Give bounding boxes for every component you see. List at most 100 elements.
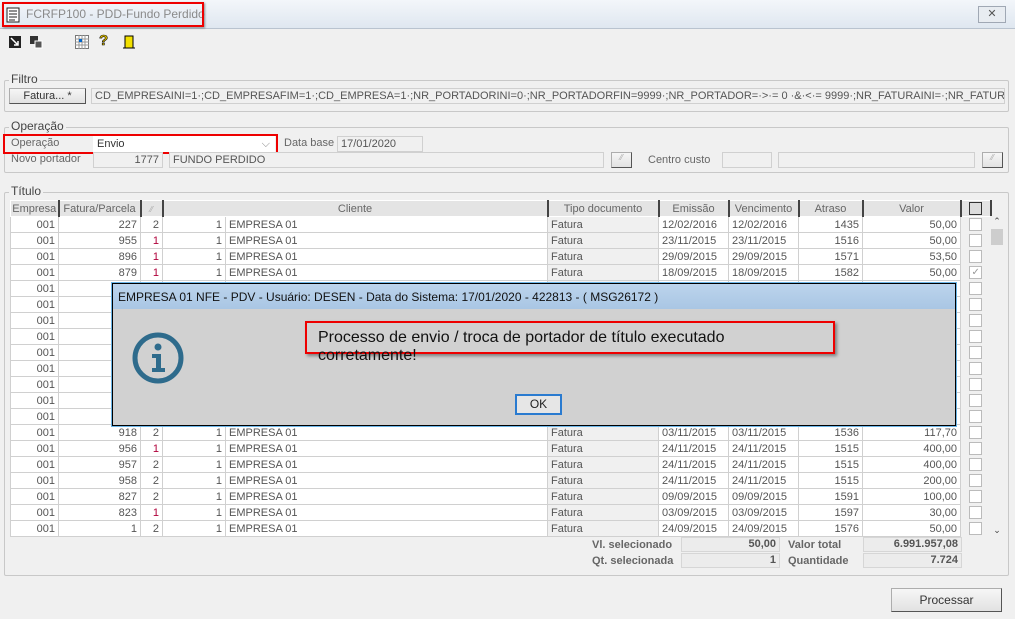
select-all-checkbox[interactable]	[969, 202, 982, 215]
table-row[interactable]: 001 879 1 1 EMPRESA 01 Fatura 18/09/2015 18/09/…	[10, 264, 991, 281]
scroll-down-icon[interactable]: ⌄	[990, 525, 1004, 536]
centro-custo-code-field[interactable]	[722, 152, 772, 168]
export-icon[interactable]	[8, 35, 22, 49]
cell-empresa: 001	[10, 360, 59, 377]
column-header-10[interactable]	[960, 200, 992, 217]
table-row[interactable]: 001 827 2 1 EMPRESA 01 Fatura 09/09/2015 09/09/…	[10, 488, 991, 505]
table-row[interactable]: 001 955 1 1 EMPRESA 01 Fatura 23/11/2015 23/11/…	[10, 232, 991, 249]
column-header-6[interactable]: Emissão	[658, 200, 730, 217]
cell-cliente: EMPRESA 01	[225, 488, 548, 505]
cell-atraso: 1515	[798, 456, 863, 473]
row-checkbox[interactable]	[969, 442, 983, 455]
row-checkbox[interactable]	[969, 522, 983, 535]
cell-vencimento: 24/09/2015	[728, 520, 799, 537]
cell-select	[960, 408, 991, 425]
cell-select	[960, 360, 991, 377]
row-checkbox[interactable]	[969, 474, 983, 487]
cell-emissao: 03/09/2015	[658, 504, 729, 521]
row-checkbox[interactable]	[969, 410, 983, 423]
row-checkbox[interactable]	[969, 346, 983, 359]
row-checkbox[interactable]	[969, 490, 983, 503]
cell-tipo-documento: Fatura	[547, 472, 659, 489]
cell-cliente: EMPRESA 01	[225, 456, 548, 473]
centro-custo-lookup-button[interactable]: ⁄⁄	[982, 152, 1003, 168]
table-row[interactable]: 001 227 2 1 EMPRESA 01 Fatura 12/02/2016 12/02/…	[10, 216, 991, 233]
ok-button[interactable]: OK	[515, 394, 562, 415]
cell-fatura: 958	[58, 472, 141, 489]
sort-icon: ⁄⁄	[150, 204, 153, 214]
row-checkbox[interactable]	[969, 378, 983, 391]
data-base-field[interactable]: 17/01/2020	[337, 136, 423, 152]
table-row[interactable]: 001 956 1 1 EMPRESA 01 Fatura 24/11/2015 24/11/…	[10, 440, 991, 457]
exit-door-icon[interactable]	[122, 35, 136, 49]
cell-empresa: 001	[10, 344, 59, 361]
close-button[interactable]: ✕	[978, 6, 1006, 23]
filter-expression-field[interactable]: CD_EMPRESAINI=1·;CD_EMPRESAFIM=1·;CD_EMP…	[91, 88, 1005, 104]
column-header-4[interactable]: Cliente	[162, 200, 549, 217]
row-checkbox[interactable]: ✓	[969, 266, 983, 279]
cell-atraso: 1582	[798, 264, 863, 281]
portador-code-field[interactable]: 1777	[93, 152, 163, 168]
row-checkbox[interactable]	[969, 250, 983, 263]
cell-select	[960, 504, 991, 521]
table-row[interactable]: 001 823 1 1 EMPRESA 01 Fatura 03/09/2015 03/09/…	[10, 504, 991, 521]
cell-parcela: 2	[140, 472, 163, 489]
help-icon[interactable]: ?	[99, 32, 109, 50]
row-checkbox[interactable]	[969, 426, 983, 439]
column-header-2[interactable]: ⁄⁄	[140, 200, 164, 217]
row-checkbox[interactable]	[969, 234, 983, 247]
table-row[interactable]: 001 958 2 1 EMPRESA 01 Fatura 24/11/2015 24/11/…	[10, 472, 991, 489]
row-checkbox[interactable]	[969, 314, 983, 327]
table-row[interactable]: 001 896 1 1 EMPRESA 01 Fatura 29/09/2015 29/09/…	[10, 248, 991, 265]
column-header-5[interactable]: Tipo documento	[547, 200, 660, 217]
row-checkbox[interactable]	[969, 394, 983, 407]
cell-select	[960, 520, 991, 537]
quantidade-label: Quantidade	[788, 555, 849, 567]
cell-fatura: 823	[58, 504, 141, 521]
vl-selecionado-value: 50,00	[681, 537, 780, 552]
cell-parcela: 2	[140, 488, 163, 505]
row-checkbox[interactable]	[969, 330, 983, 343]
row-checkbox[interactable]	[969, 282, 983, 295]
cell-cliente-code: 1	[162, 248, 226, 265]
row-checkbox[interactable]	[969, 506, 983, 519]
scroll-thumb[interactable]	[991, 229, 1003, 245]
table-row[interactable]: 001 1 2 1 EMPRESA 01 Fatura 24/09/2015 24/09/20…	[10, 520, 991, 537]
column-header-7[interactable]: Vencimento	[728, 200, 800, 217]
cell-valor: 400,00	[862, 440, 961, 457]
cell-empresa: 001	[10, 248, 59, 265]
column-header-1[interactable]: Fatura/Parcela	[58, 200, 142, 217]
cell-atraso: 1591	[798, 488, 863, 505]
row-checkbox[interactable]	[969, 298, 983, 311]
processar-button[interactable]: Processar	[891, 588, 1002, 612]
cell-emissao: 18/09/2015	[658, 264, 729, 281]
cell-vencimento: 09/09/2015	[728, 488, 799, 505]
cell-select	[960, 456, 991, 473]
table-row[interactable]: 001 918 2 1 EMPRESA 01 Fatura 03/11/2015 03/11/…	[10, 424, 991, 441]
row-checkbox[interactable]	[969, 218, 983, 232]
scroll-up-icon[interactable]: ⌃	[990, 216, 1004, 227]
centro-custo-name-field	[778, 152, 975, 168]
copy-icon[interactable]	[29, 35, 43, 49]
cell-vencimento: 23/11/2015	[728, 232, 799, 249]
cell-valor: 400,00	[862, 456, 961, 473]
cell-select	[960, 232, 991, 249]
table-row[interactable]: 001 957 2 1 EMPRESA 01 Fatura 24/11/2015 24/11/…	[10, 456, 991, 473]
fatura-filter-button[interactable]: Fatura... *	[9, 88, 86, 104]
cell-select	[960, 440, 991, 457]
column-header-8[interactable]: Atraso	[798, 200, 864, 217]
cell-cliente: EMPRESA 01	[225, 216, 548, 233]
cell-fatura: 1	[58, 520, 141, 537]
row-checkbox[interactable]	[969, 362, 983, 375]
cell-cliente-code: 1	[162, 504, 226, 521]
row-checkbox[interactable]	[969, 458, 983, 471]
grid-icon[interactable]	[75, 35, 89, 49]
cell-valor: 30,00	[862, 504, 961, 521]
cell-select	[960, 280, 991, 297]
cell-empresa: 001	[10, 376, 59, 393]
column-header-0[interactable]: Empresa	[10, 200, 60, 217]
vertical-scrollbar[interactable]: ⌃ ⌄	[990, 216, 1004, 536]
portador-lookup-button[interactable]: ⁄⁄	[611, 152, 632, 168]
operacao-highlight	[3, 134, 278, 154]
column-header-9[interactable]: Valor	[862, 200, 962, 217]
